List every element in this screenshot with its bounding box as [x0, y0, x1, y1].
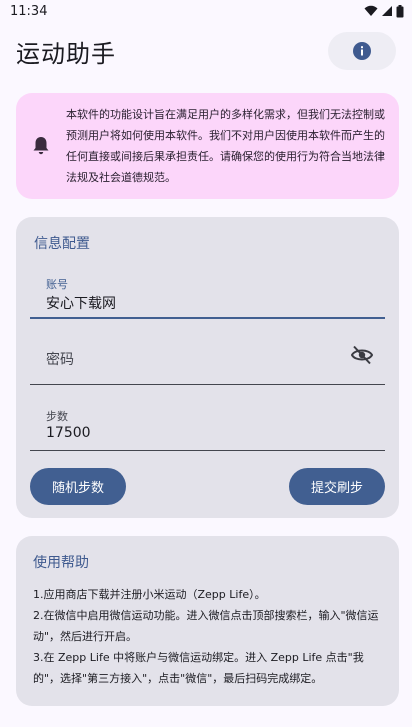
bell-icon [30, 136, 52, 156]
disclaimer-text: 本软件的功能设计旨在满足用户的多样化需求，但我们无法控制或预测用户将如何使用本软… [66, 108, 385, 184]
steps-field[interactable]: 步数 17500 [30, 395, 385, 451]
signal-icon [382, 6, 392, 16]
wifi-icon [364, 5, 378, 16]
status-bar: 11:34 [0, 0, 412, 22]
battery-icon [396, 4, 404, 17]
password-label: 密码 [46, 352, 74, 368]
app-bar: 运动助手 [0, 22, 412, 80]
visibility-off-icon[interactable] [350, 345, 374, 369]
help-item: 1.应用商店下载并注册小米运动（Zepp Life）。 [33, 588, 266, 601]
help-item: 3.在 Zepp Life 中将账户与微信运动绑定。进入 Zepp Life 点… [33, 651, 364, 685]
help-item: 2.在微信中启用微信运动功能。进入微信点击顶部搜索栏，输入"微信运动"，然后进行… [33, 609, 379, 643]
account-field[interactable]: 账号 安心下载网 [30, 263, 385, 319]
button-row: 随机步数 提交刷步 [30, 468, 385, 505]
info-button[interactable] [328, 32, 396, 70]
help-list: 1.应用商店下载并注册小米运动（Zepp Life）。 2.在微信中启用微信运动… [33, 584, 385, 689]
config-card: 信息配置 账号 安心下载网 密码 步数 17500 随机步数 提交刷步 [16, 217, 399, 518]
account-value: 安心下载网 [46, 296, 116, 312]
help-card: 使用帮助 1.应用商店下载并注册小米运动（Zepp Life）。 2.在微信中启… [16, 536, 399, 706]
account-label: 账号 [46, 278, 68, 291]
info-icon [353, 42, 371, 60]
submit-steps-button[interactable]: 提交刷步 [289, 468, 385, 505]
steps-value: 17500 [46, 425, 91, 441]
random-steps-button[interactable]: 随机步数 [30, 468, 126, 505]
password-field[interactable]: 密码 [30, 329, 385, 385]
disclaimer-card: 本软件的功能设计旨在满足用户的多样化需求，但我们无法控制或预测用户将如何使用本软… [16, 93, 399, 199]
page-title: 运动助手 [16, 39, 116, 68]
steps-label: 步数 [46, 410, 68, 423]
config-title: 信息配置 [34, 236, 90, 252]
help-title: 使用帮助 [33, 555, 89, 571]
status-icons [364, 4, 404, 18]
status-time: 11:34 [10, 3, 48, 19]
